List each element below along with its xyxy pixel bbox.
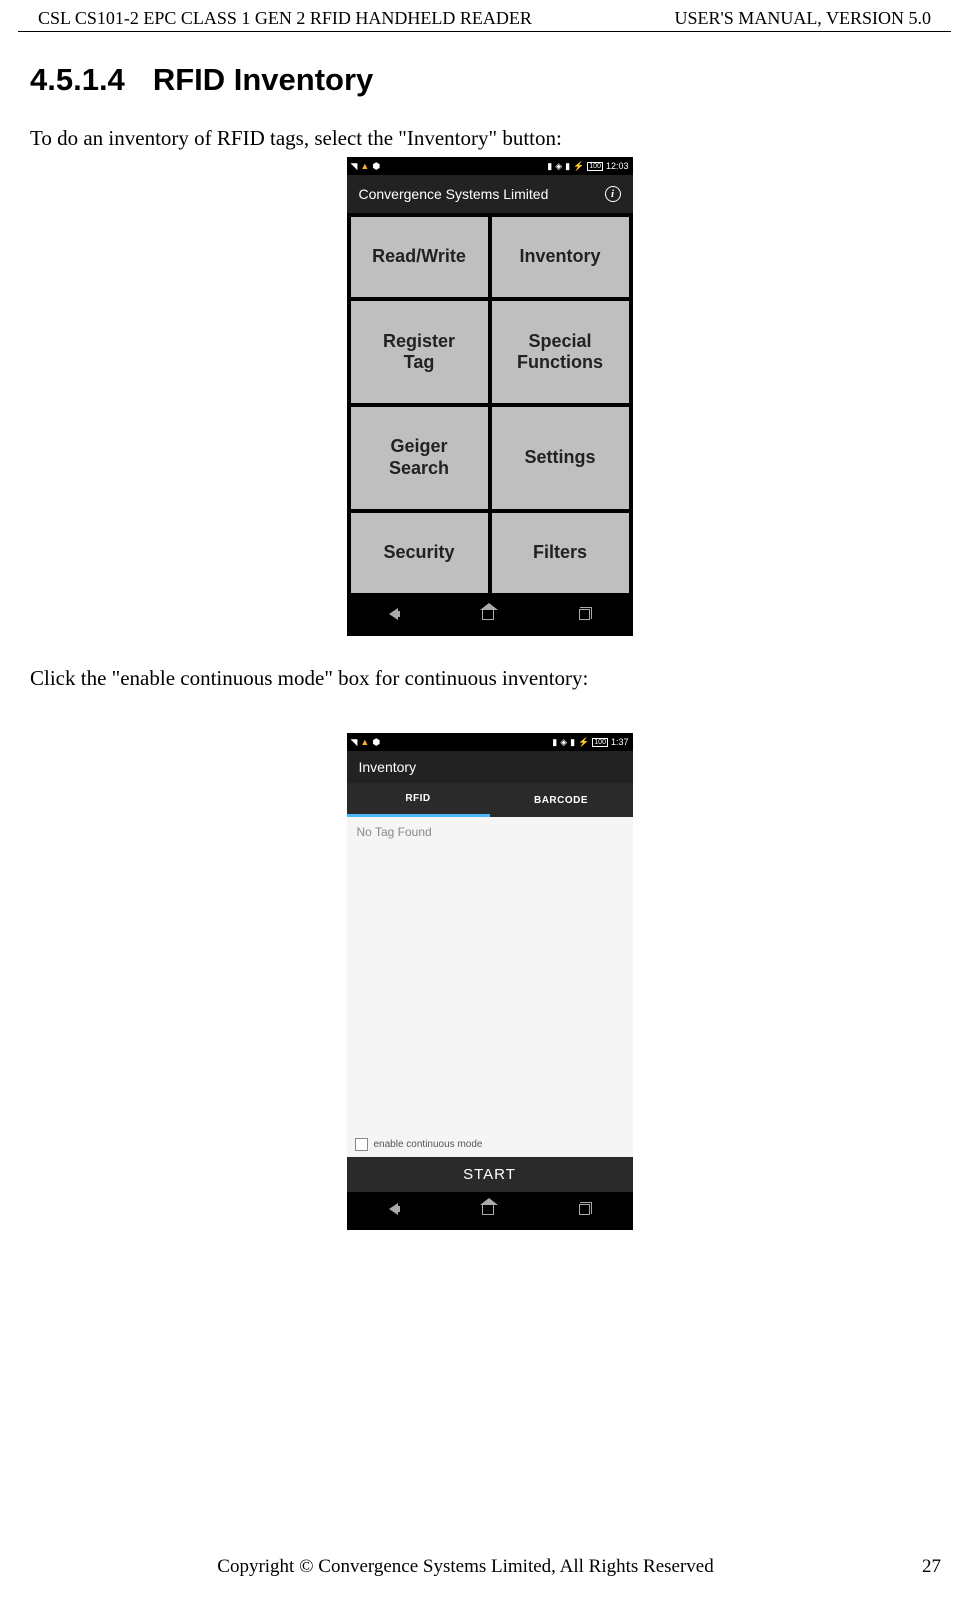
recent-apps-icon[interactable] <box>579 607 590 625</box>
home-icon[interactable] <box>482 1202 494 1220</box>
status-right-icons: ▮ ◈ ▮ ⚡ 100 12:03 <box>547 161 628 172</box>
notification-icon: ◥ <box>351 737 358 748</box>
continuous-mode-label: enable continuous mode <box>374 1139 483 1150</box>
android-icon: ⬢ <box>372 737 380 748</box>
status-right-icons-2: ▮ ◈ ▮ ⚡ 100 1:37 <box>552 737 628 748</box>
main-menu-grid: Read/Write Inventory Register Tag Specia… <box>347 213 633 597</box>
screenshot-main-menu: ◥ ▲ ⬢ ▮ ◈ ▮ ⚡ 100 12:03 Convergence Syst… <box>347 157 633 636</box>
continuous-mode-row[interactable]: enable continuous mode <box>347 1131 633 1157</box>
android-nav-bar-2 <box>347 1192 633 1230</box>
page-content: 4.5.1.4 RFID Inventory To do an inventory… <box>0 32 969 1211</box>
android-nav-bar <box>347 597 633 635</box>
filters-button[interactable]: Filters <box>492 513 629 593</box>
status-left-icons-2: ◥ ▲ ⬢ <box>351 737 381 748</box>
register-tag-button[interactable]: Register Tag <box>351 301 488 403</box>
recent-apps-icon[interactable] <box>579 1202 590 1220</box>
battery-level-2: 100 <box>592 738 608 747</box>
inventory-button[interactable]: Inventory <box>492 217 629 297</box>
paragraph-2: Click the "enable continuous mode" box f… <box>30 666 949 691</box>
app-title: Convergence Systems Limited <box>359 186 549 202</box>
home-icon[interactable] <box>482 607 494 625</box>
read-write-button[interactable]: Read/Write <box>351 217 488 297</box>
settings-button[interactable]: Settings <box>492 407 629 509</box>
inventory-title: Inventory <box>359 759 417 775</box>
special-functions-button[interactable]: Special Functions <box>492 301 629 403</box>
back-icon[interactable] <box>389 1202 398 1220</box>
tag-list-area: No Tag Found <box>347 817 633 1131</box>
charging-icon: ⚡ <box>573 161 584 172</box>
continuous-mode-checkbox[interactable] <box>355 1138 368 1151</box>
no-tag-label: No Tag Found <box>357 825 432 839</box>
inventory-tabs: RFID BARCODE <box>347 783 633 817</box>
start-button[interactable]: START <box>347 1157 633 1192</box>
section-title-text: RFID Inventory <box>153 62 373 97</box>
page-footer: Copyright © Convergence Systems Limited,… <box>0 1556 969 1578</box>
info-icon[interactable]: i <box>605 186 621 202</box>
header-right: USER'S MANUAL, VERSION 5.0 <box>675 8 931 29</box>
sdcard-icon: ▮ <box>547 161 552 172</box>
inventory-title-bar: Inventory <box>347 751 633 783</box>
sdcard-icon: ▮ <box>552 737 557 748</box>
copyright-text: Copyright © Convergence Systems Limited,… <box>0 1556 931 1578</box>
page-number: 27 <box>922 1556 941 1578</box>
warning-icon: ▲ <box>360 161 369 172</box>
status-left-icons: ◥ ▲ ⬢ <box>351 161 381 172</box>
app-title-bar: Convergence Systems Limited i <box>347 175 633 213</box>
wifi-icon: ◈ <box>555 161 562 172</box>
section-heading: 4.5.1.4 RFID Inventory <box>30 62 949 98</box>
status-time: 12:03 <box>606 161 629 171</box>
back-icon[interactable] <box>389 607 398 625</box>
tab-rfid[interactable]: RFID <box>347 783 490 817</box>
tab-barcode[interactable]: BARCODE <box>490 783 633 817</box>
page-header: CSL CS101-2 EPC CLASS 1 GEN 2 RFID HANDH… <box>18 0 951 32</box>
status-time-2: 1:37 <box>611 737 629 747</box>
wifi-icon: ◈ <box>560 737 567 748</box>
section-number: 4.5.1.4 <box>30 62 125 97</box>
security-button[interactable]: Security <box>351 513 488 593</box>
charging-icon: ⚡ <box>578 737 589 748</box>
signal-icon: ▮ <box>570 737 575 748</box>
android-status-bar-2: ◥ ▲ ⬢ ▮ ◈ ▮ ⚡ 100 1:37 <box>347 733 633 751</box>
battery-level: 100 <box>587 162 603 171</box>
notification-icon: ◥ <box>351 161 358 172</box>
android-icon: ⬢ <box>372 161 380 172</box>
android-status-bar: ◥ ▲ ⬢ ▮ ◈ ▮ ⚡ 100 12:03 <box>347 157 633 175</box>
signal-icon: ▮ <box>565 161 570 172</box>
paragraph-1: To do an inventory of RFID tags, select … <box>30 126 949 151</box>
header-left: CSL CS101-2 EPC CLASS 1 GEN 2 RFID HANDH… <box>38 8 532 29</box>
warning-icon: ▲ <box>360 737 369 748</box>
geiger-search-button[interactable]: Geiger Search <box>351 407 488 509</box>
screenshot-inventory: ◥ ▲ ⬢ ▮ ◈ ▮ ⚡ 100 1:37 Inventory RFID BA… <box>347 733 633 1211</box>
